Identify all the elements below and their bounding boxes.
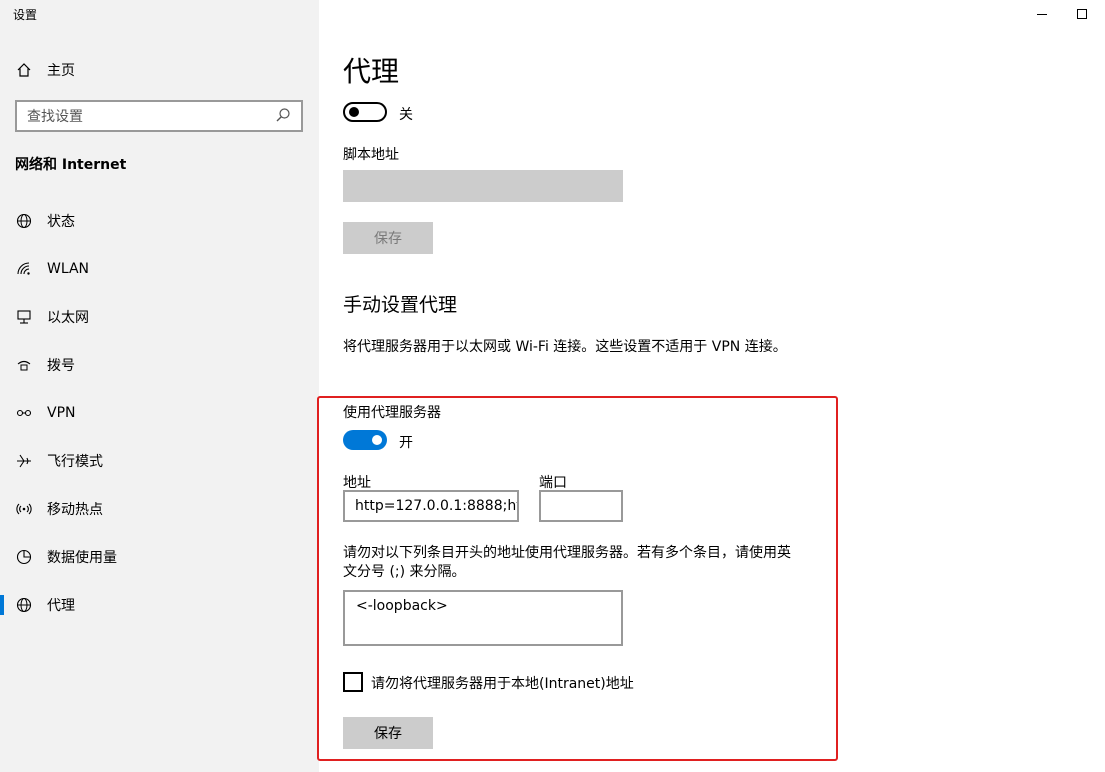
- data-usage-icon: [15, 548, 33, 566]
- sidebar-item-label: 飞行模式: [47, 454, 103, 470]
- window-title: 设置: [13, 8, 38, 22]
- sidebar-item-label: 移动热点: [47, 502, 103, 518]
- sidebar-item-label: 拨号: [47, 358, 75, 374]
- script-address-label: 脚本地址: [343, 147, 399, 163]
- dialup-icon: [15, 356, 33, 374]
- globe-status-icon: [15, 212, 33, 230]
- sidebar-item-label: 代理: [47, 598, 75, 614]
- airplane-icon: [15, 452, 33, 470]
- sidebar-nav: 状态 WLAN 以太网 拨号 VPN 飞行模式 移动热点 数据使用量 代理: [0, 197, 319, 629]
- sidebar-item-label: 状态: [47, 214, 75, 230]
- vpn-icon: [15, 404, 33, 422]
- sidebar-item-label: VPN: [47, 405, 76, 421]
- search-placeholder: 查找设置: [27, 109, 83, 125]
- sidebar-item-ethernet[interactable]: 以太网: [0, 293, 319, 341]
- sidebar-item-status[interactable]: 状态: [0, 197, 319, 245]
- globe-icon: [15, 596, 33, 614]
- sidebar-item-dialup[interactable]: 拨号: [0, 341, 319, 389]
- auto-proxy-toggle-state: 关: [399, 107, 413, 123]
- search-icon[interactable]: [275, 107, 293, 125]
- home-icon: [15, 61, 33, 79]
- sidebar-section-title: 网络和 Internet: [15, 157, 127, 173]
- sidebar-item-label: 数据使用量: [47, 550, 117, 566]
- highlight-frame: [317, 396, 838, 761]
- sidebar-item-data-usage[interactable]: 数据使用量: [0, 533, 319, 581]
- sidebar-item-wlan[interactable]: WLAN: [0, 245, 319, 293]
- manual-proxy-description: 将代理服务器用于以太网或 Wi-Fi 连接。这些设置不适用于 VPN 连接。: [343, 339, 787, 355]
- selected-indicator: [0, 595, 4, 615]
- manual-proxy-title: 手动设置代理: [343, 294, 458, 316]
- sidebar-item-vpn[interactable]: VPN: [0, 389, 319, 437]
- auto-proxy-toggle[interactable]: [343, 102, 387, 122]
- search-input[interactable]: 查找设置: [15, 100, 303, 132]
- sidebar-item-label: WLAN: [47, 261, 90, 277]
- sidebar-item-airplane[interactable]: 飞行模式: [0, 437, 319, 485]
- sidebar-item-proxy[interactable]: 代理: [0, 581, 319, 629]
- toggle-knob: [349, 107, 359, 117]
- sidebar-home[interactable]: 主页: [0, 56, 319, 84]
- wifi-icon: [15, 260, 33, 278]
- script-save-button: 保存: [343, 222, 433, 254]
- script-address-field: [343, 170, 623, 202]
- hotspot-icon: [15, 500, 33, 518]
- sidebar-item-hotspot[interactable]: 移动热点: [0, 485, 319, 533]
- ethernet-icon: [15, 308, 33, 326]
- sidebar: 设置 主页 查找设置 网络和 Internet 状态 WLAN 以太网 拨号 V…: [0, 0, 319, 772]
- sidebar-home-label: 主页: [47, 63, 75, 79]
- sidebar-item-label: 以太网: [47, 310, 89, 326]
- page-title: 代理: [343, 55, 400, 88]
